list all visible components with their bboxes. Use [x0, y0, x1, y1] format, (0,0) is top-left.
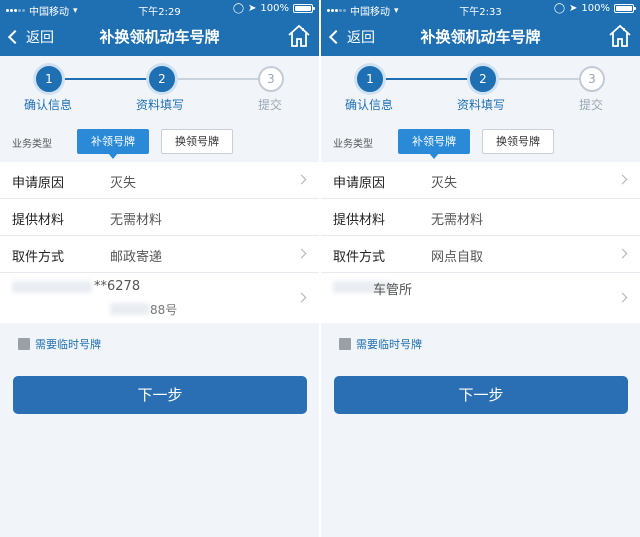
- phone-screen-right: 中国移动 ▾ 下午2:33 ◯ ➤ 100% 返回 补换领机动车号牌 1 2 3…: [321, 0, 640, 537]
- step-2-circle: 2: [470, 66, 496, 92]
- status-right-group: ◯ ➤ 100%: [232, 3, 315, 14]
- field-label: 提供材料: [333, 213, 386, 228]
- step-line-2: [497, 78, 581, 80]
- field-label: 取件方式: [12, 250, 65, 265]
- checkbox-icon: [18, 338, 30, 350]
- location-icon: ➤: [248, 3, 257, 14]
- location-icon: ➤: [569, 3, 578, 14]
- home-icon[interactable]: [608, 23, 632, 49]
- field-label: 取件方式: [333, 250, 386, 265]
- battery-percent: 100%: [581, 3, 610, 14]
- application-form: 申请原因 灭失 提供材料 无需材料 取件方式 网点自取 车管所: [321, 162, 640, 323]
- field-value: 网点自取: [431, 250, 484, 265]
- address-line-2: 88号: [150, 303, 178, 317]
- field-label: 申请原因: [333, 176, 386, 191]
- step-3-circle: 3: [258, 66, 284, 92]
- page-title: 补换领机动车号牌: [99, 28, 220, 46]
- temp-plate-label: 需要临时号牌: [35, 338, 101, 351]
- phone-screen-left: 中国移动 ▾ 下午2:29 ◯ ➤ 100% 返回 补换领机动车号牌 1 2 3…: [0, 0, 319, 537]
- step-line-1: [52, 78, 154, 80]
- next-button[interactable]: 下一步: [13, 376, 307, 414]
- field-label: 提供材料: [12, 213, 65, 228]
- step-1-circle: 1: [357, 66, 383, 92]
- screens-container: 中国移动 ▾ 下午2:29 ◯ ➤ 100% 返回 补换领机动车号牌 1 2 3…: [0, 0, 640, 537]
- field-value: 无需材料: [431, 213, 484, 228]
- checkbox-icon: [339, 338, 351, 350]
- field-value: 邮政寄递: [110, 250, 163, 265]
- header-bar: 中国移动 ▾ 下午2:29 ◯ ➤ 100% 返回 补换领机动车号牌: [0, 0, 319, 56]
- form-row-address[interactable]: **6278 88号: [0, 273, 319, 323]
- battery-icon: [614, 4, 636, 13]
- tab-exchange-plate[interactable]: 换领号牌: [161, 129, 233, 154]
- step-line-1: [373, 78, 475, 80]
- chevron-right-icon: [617, 174, 628, 185]
- step-2-label: 资料填写: [136, 98, 185, 112]
- field-value: 无需材料: [110, 213, 163, 228]
- next-button[interactable]: 下一步: [334, 376, 628, 414]
- page-title: 补换领机动车号牌: [420, 28, 541, 46]
- chevron-right-icon: [296, 248, 307, 259]
- step-progress: 1 2 3 确认信息 资料填写 提交: [0, 56, 319, 120]
- nav-bar: 返回 补换领机动车号牌: [321, 18, 640, 56]
- form-row-pickup[interactable]: 取件方式 网点自取: [321, 236, 640, 273]
- header-bar: 中国移动 ▾ 下午2:33 ◯ ➤ 100% 返回 补换领机动车号牌: [321, 0, 640, 56]
- alarm-icon: ◯: [553, 3, 566, 14]
- chevron-right-icon: [296, 174, 307, 185]
- form-row-materials: 提供材料 无需材料: [0, 199, 319, 236]
- business-type-label: 业务类型: [333, 139, 373, 150]
- step-line-2: [176, 78, 260, 80]
- tab-exchange-plate[interactable]: 换领号牌: [482, 129, 554, 154]
- form-row-reason[interactable]: 申请原因 灭失: [0, 162, 319, 199]
- application-form: 申请原因 灭失 提供材料 无需材料 取件方式 邮政寄递 **6278 88号: [0, 162, 319, 323]
- step-progress: 1 2 3 确认信息 资料填写 提交: [321, 56, 640, 120]
- chevron-right-icon: [617, 248, 628, 259]
- field-value: 灭失: [431, 176, 458, 191]
- form-row-pickup[interactable]: 取件方式 邮政寄递: [0, 236, 319, 273]
- step-1-label: 确认信息: [24, 98, 73, 112]
- chevron-right-icon: [296, 292, 307, 303]
- field-value: 灭失: [110, 176, 137, 191]
- form-row-materials: 提供材料 无需材料: [321, 199, 640, 236]
- temp-plate-checkbox[interactable]: 需要临时号牌: [339, 336, 422, 352]
- business-type-label: 业务类型: [12, 139, 52, 150]
- nav-bar: 返回 补换领机动车号牌: [0, 18, 319, 56]
- form-row-reason[interactable]: 申请原因 灭失: [321, 162, 640, 199]
- battery-percent: 100%: [260, 3, 289, 14]
- home-icon[interactable]: [287, 23, 311, 49]
- step-2-circle: 2: [149, 66, 175, 92]
- step-3-circle: 3: [579, 66, 605, 92]
- step-3-label: 提交: [579, 98, 604, 112]
- temp-plate-label: 需要临时号牌: [356, 338, 422, 351]
- form-row-address[interactable]: 车管所: [321, 273, 640, 323]
- address-line-1: 车管所: [373, 283, 413, 298]
- business-type-row: 业务类型 补领号牌 换领号牌: [321, 122, 640, 162]
- tab-replace-lost-plate[interactable]: 补领号牌: [398, 129, 470, 159]
- redacted-area: [110, 303, 150, 315]
- step-3-label: 提交: [258, 98, 283, 112]
- redacted-area: [12, 281, 92, 293]
- tab-replace-lost-plate[interactable]: 补领号牌: [77, 129, 149, 159]
- field-label: 申请原因: [12, 176, 65, 191]
- step-2-label: 资料填写: [457, 98, 506, 112]
- status-bar: 中国移动 ▾ 下午2:33 ◯ ➤ 100%: [321, 0, 640, 18]
- temp-plate-checkbox[interactable]: 需要临时号牌: [18, 336, 101, 352]
- step-1-circle: 1: [36, 66, 62, 92]
- battery-icon: [293, 4, 315, 13]
- address-line-1: **6278: [94, 279, 141, 294]
- status-right-group: ◯ ➤ 100%: [553, 3, 636, 14]
- status-bar: 中国移动 ▾ 下午2:29 ◯ ➤ 100%: [0, 0, 319, 18]
- step-1-label: 确认信息: [345, 98, 394, 112]
- business-type-row: 业务类型 补领号牌 换领号牌: [0, 122, 319, 162]
- alarm-icon: ◯: [232, 3, 245, 14]
- chevron-right-icon: [617, 292, 628, 303]
